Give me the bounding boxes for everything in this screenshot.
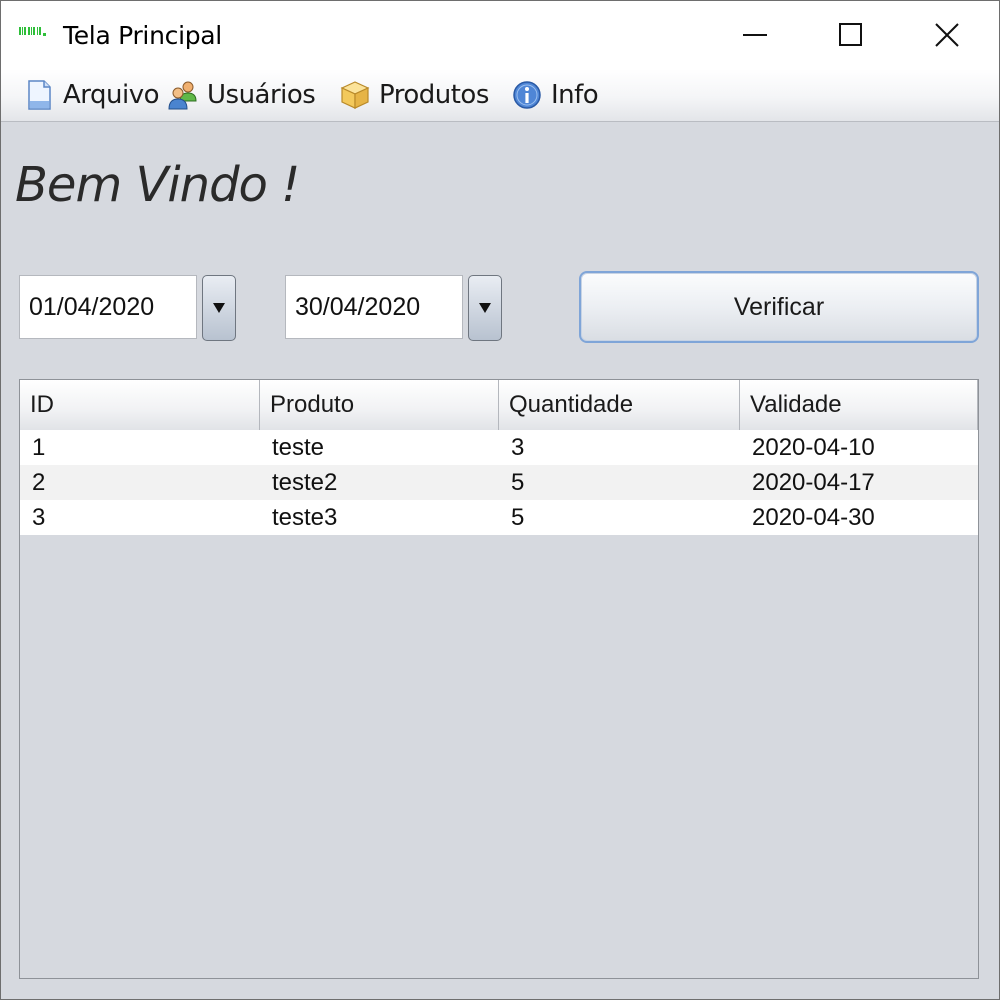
cell-id: 1 xyxy=(32,433,46,461)
close-icon xyxy=(935,23,959,47)
cell-validade: 2020-04-10 xyxy=(752,433,875,461)
menu-info[interactable]: Info xyxy=(511,77,599,113)
maximize-icon xyxy=(839,23,862,46)
menu-usuarios-label: Usuários xyxy=(207,80,316,110)
column-header-validade[interactable]: Validade xyxy=(740,380,978,430)
info-icon xyxy=(513,81,541,109)
minimize-icon xyxy=(743,34,767,36)
cell-produto: teste2 xyxy=(272,468,338,496)
start-date-field[interactable]: 01/04/2020 xyxy=(19,275,197,339)
cell-id: 3 xyxy=(32,503,46,531)
welcome-heading: Bem Vindo ! xyxy=(15,157,300,213)
table-row[interactable]: 1 teste 3 2020-04-10 xyxy=(20,430,978,465)
table-body: 1 teste 3 2020-04-10 2 teste2 5 2020-04-… xyxy=(20,430,978,535)
window-title: Tela Principal xyxy=(63,21,222,50)
title-bar[interactable]: Tela Principal xyxy=(1,1,999,69)
cell-validade: 2020-04-17 xyxy=(752,468,875,496)
triangle-down-icon xyxy=(479,303,491,313)
menu-arquivo[interactable]: Arquivo xyxy=(23,77,160,113)
minimize-button[interactable] xyxy=(707,1,803,69)
app-icon xyxy=(19,27,46,36)
menu-arquivo-label: Arquivo xyxy=(63,80,160,110)
column-header-produto[interactable]: Produto xyxy=(260,380,499,430)
menu-produtos[interactable]: Produtos xyxy=(339,77,489,113)
table-row[interactable]: 2 teste2 5 2020-04-17 xyxy=(20,465,978,500)
cell-quantidade: 3 xyxy=(511,433,525,461)
cell-validade: 2020-04-30 xyxy=(752,503,875,531)
products-table[interactable]: ID Produto Quantidade Validade 1 teste 3… xyxy=(19,379,979,979)
end-date-field[interactable]: 30/04/2020 xyxy=(285,275,463,339)
document-icon xyxy=(28,80,51,110)
cell-produto: teste xyxy=(272,433,325,461)
cell-id: 2 xyxy=(32,468,46,496)
triangle-down-icon xyxy=(213,303,225,313)
users-icon xyxy=(168,81,197,110)
menu-bar: Arquivo Usuários Produtos Info xyxy=(1,69,999,122)
column-header-quantidade[interactable]: Quantidade xyxy=(499,380,740,430)
table-row[interactable]: 3 teste3 5 2020-04-30 xyxy=(20,500,978,535)
start-date-dropdown-button[interactable] xyxy=(202,275,236,341)
table-header: ID Produto Quantidade Validade xyxy=(20,380,978,431)
column-header-id[interactable]: ID xyxy=(20,380,260,430)
menu-info-label: Info xyxy=(551,80,599,110)
cell-quantidade: 5 xyxy=(511,503,525,531)
menu-usuarios[interactable]: Usuários xyxy=(167,77,316,113)
end-date-dropdown-button[interactable] xyxy=(468,275,502,341)
close-button[interactable] xyxy=(899,1,995,69)
cell-quantidade: 5 xyxy=(511,468,525,496)
cell-produto: teste3 xyxy=(272,503,338,531)
main-window: Tela Principal Arquivo Usuários Produtos… xyxy=(0,0,1000,1000)
box-icon xyxy=(340,81,370,109)
maximize-button[interactable] xyxy=(803,1,899,69)
menu-produtos-label: Produtos xyxy=(379,80,489,110)
verify-button[interactable]: Verificar xyxy=(579,271,979,343)
